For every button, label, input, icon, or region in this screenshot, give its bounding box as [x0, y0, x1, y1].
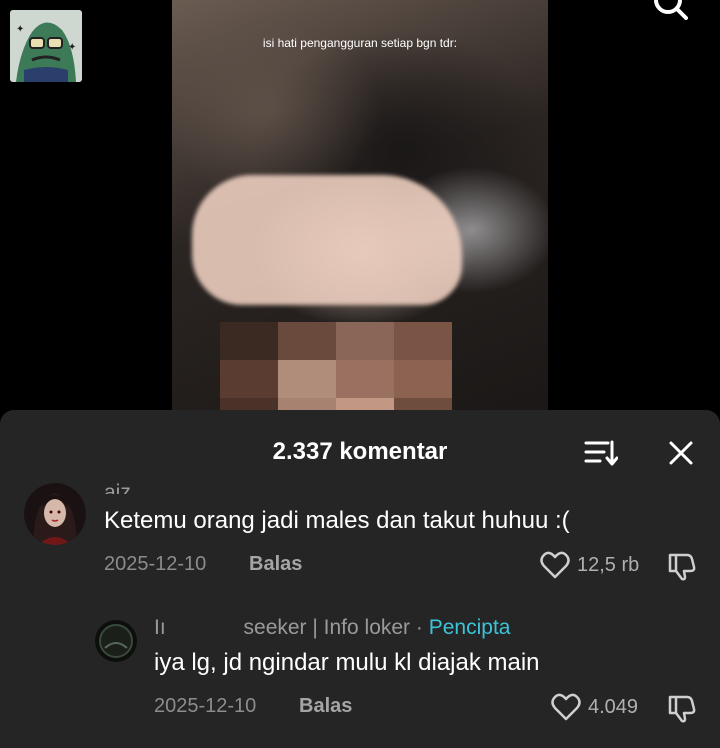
- creator-username[interactable]: Iı seeker | Info loker · Pencipta: [154, 616, 510, 640]
- channel-avatar[interactable]: ✦ ✦: [10, 10, 82, 82]
- comment-date: 2025-12-10: [104, 553, 207, 575]
- creator-username-start: Iı: [154, 616, 166, 639]
- heart-icon[interactable]: [540, 551, 570, 579]
- svg-text:✦: ✦: [68, 42, 76, 53]
- video-player[interactable]: isi hati pengangguran setiap bgn tdr:: [172, 0, 548, 420]
- dislike-icon[interactable]: [667, 693, 697, 723]
- commenter-username[interactable]: aiz: [104, 478, 131, 494]
- commenter-avatar[interactable]: [24, 483, 86, 545]
- video-hand-shape: [192, 175, 462, 305]
- sort-icon[interactable]: [584, 438, 618, 468]
- reply-button[interactable]: Balas: [299, 695, 352, 718]
- reply-button[interactable]: Balas: [249, 553, 302, 576]
- comment-text: iya lg, jd ngindar mulu kl diajak main: [154, 649, 540, 676]
- creator-avatar[interactable]: [95, 620, 137, 662]
- creator-badge: Pencipta: [428, 616, 511, 639]
- avatar-image: [24, 483, 86, 545]
- like-count: 4.049: [588, 696, 639, 718]
- heart-icon[interactable]: [551, 693, 581, 721]
- search-icon[interactable]: [652, 0, 688, 22]
- like-count: 12,5 rb: [577, 554, 640, 576]
- dislike-icon[interactable]: [667, 551, 697, 581]
- comment-date: 2025-12-10: [154, 695, 257, 717]
- close-icon[interactable]: [668, 440, 694, 466]
- cartoon-avatar-image: ✦ ✦: [10, 10, 82, 82]
- creator-username-end: seeker | Info loker: [243, 616, 411, 639]
- separator-dot: ·: [415, 616, 423, 639]
- avatar-image: [95, 620, 137, 662]
- comment-text: Ketemu orang jadi males dan takut huhuu …: [104, 507, 570, 534]
- comments-sheet: 2.337 komentar aiz Ketemu orang jadi mal: [0, 410, 720, 748]
- svg-text:✦: ✦: [16, 24, 24, 35]
- video-caption: isi hati pengangguran setiap bgn tdr:: [262, 36, 458, 50]
- censor-pixelation: [220, 322, 452, 420]
